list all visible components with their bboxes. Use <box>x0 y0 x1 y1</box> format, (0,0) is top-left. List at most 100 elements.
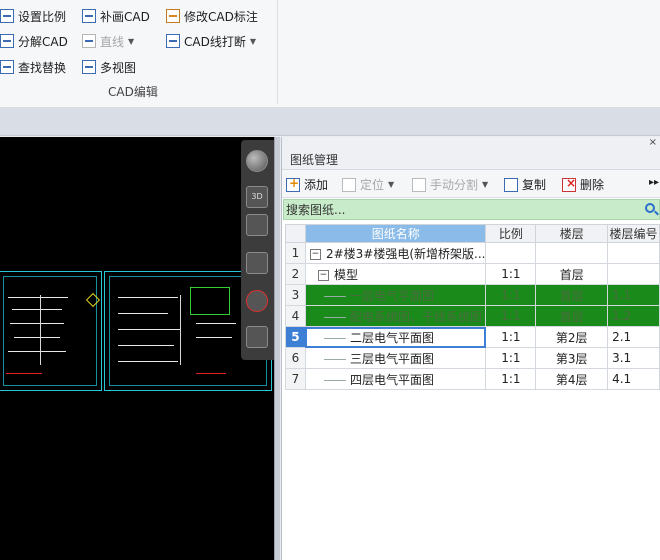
find-replace-button[interactable]: 查找替换 <box>0 57 66 77</box>
table-row[interactable]: 5 二层电气平面图 1:1 第2层 2.1 <box>285 326 660 348</box>
view-box-icon[interactable] <box>246 214 268 236</box>
cad-line-break-button[interactable]: CAD线打断 ▼ <box>166 31 256 51</box>
copy-icon <box>504 177 518 192</box>
row-number: 1 <box>285 242 306 264</box>
search-icon[interactable] <box>645 203 655 213</box>
viewcube-3d-icon[interactable]: 3D <box>246 186 268 208</box>
manual-split-button[interactable]: 手动分割 ▼ <box>412 176 488 193</box>
chevron-down-icon: ▼ <box>388 180 395 189</box>
locate-icon <box>342 177 356 192</box>
floor-no-cell[interactable]: 3.1 <box>607 347 660 369</box>
floor-no-cell[interactable] <box>607 242 660 264</box>
scale-cell[interactable]: 1:1 <box>485 326 537 348</box>
drawing-name-cell[interactable]: 二层电气平面图 <box>304 326 487 348</box>
set-scale-button[interactable]: 设置比例 <box>0 6 66 26</box>
scale-cell[interactable]: 1:1 <box>485 263 537 285</box>
red-marker-icon[interactable] <box>246 290 268 312</box>
floor-no-cell[interactable]: 1.2 <box>607 305 660 327</box>
table-row[interactable]: 3 一层电气平面图 1:1 首层 1.1 <box>285 284 660 306</box>
ribbon-divider <box>277 0 278 104</box>
floor-no-cell[interactable] <box>607 263 660 285</box>
view-navigation-bar: 3D <box>241 140 274 360</box>
floor-cell[interactable]: 第4层 <box>535 368 609 390</box>
column-header-floor-no[interactable]: 楼层编号 <box>607 224 660 243</box>
grid-icon[interactable] <box>246 326 268 348</box>
column-header-scale[interactable]: 比例 <box>485 224 537 243</box>
collapse-icon[interactable]: − <box>309 248 321 260</box>
delete-icon <box>562 176 576 192</box>
scale-cell[interactable]: 1:1 <box>485 368 537 390</box>
patch-cad-icon <box>82 9 96 23</box>
drawing-name-cell[interactable]: 四层电气平面图 <box>304 368 487 390</box>
floor-no-cell[interactable]: 4.1 <box>607 368 660 390</box>
multi-view-icon <box>82 60 96 74</box>
panel-titlebar: 图纸管理 × <box>282 137 660 170</box>
panel-title: 图纸管理 <box>290 153 339 167</box>
drawing-name-cell[interactable]: 三层电气平面图 <box>304 347 487 369</box>
chevron-down-icon: ▼ <box>128 36 135 46</box>
floor-cell[interactable]: 第2层 <box>535 326 609 348</box>
row-number: 3 <box>285 284 306 306</box>
floor-cell[interactable]: 首层 <box>535 305 609 327</box>
multi-view-button[interactable]: 多视图 <box>82 57 136 77</box>
row-number: 7 <box>285 368 306 390</box>
panel-splitter[interactable] <box>274 137 280 560</box>
table-row[interactable]: 2 − 模型 1:1 首层 <box>285 263 660 285</box>
floor-no-cell[interactable]: 1.1 <box>607 284 660 306</box>
scale-cell[interactable] <box>485 242 537 264</box>
split-icon <box>412 177 426 192</box>
drawing-name-cell[interactable]: 一层电气平面图 <box>304 284 487 306</box>
collapse-icon[interactable]: − <box>317 269 329 281</box>
cad-dimension-icon <box>166 9 180 23</box>
row-number: 2 <box>285 263 306 285</box>
scale-icon <box>0 9 14 23</box>
table-header-row: 图纸名称 比例 楼层 楼层编号 <box>285 224 660 243</box>
floor-cell[interactable]: 首层 <box>535 284 609 306</box>
table-row[interactable]: 4 配电系统图、干线系统图 1:1 首层 1.2 <box>285 305 660 327</box>
ribbon: 设置比例 补画CAD 修改CAD标注 分解CAD 直线 ▼ CAD线打断 ▼ 查… <box>0 0 660 108</box>
explode-cad-button[interactable]: 分解CAD <box>0 31 68 51</box>
drawing-name-cell[interactable]: 配电系统图、干线系统图 <box>304 305 487 327</box>
rownum-header <box>285 224 306 243</box>
floor-cell[interactable]: 第3层 <box>535 347 609 369</box>
table-row[interactable]: 6 三层电气平面图 1:1 第3层 3.1 <box>285 347 660 369</box>
row-number: 4 <box>285 305 306 327</box>
ribbon-status-strip <box>0 108 660 136</box>
table-row[interactable]: 7 四层电气平面图 1:1 第4层 4.1 <box>285 368 660 390</box>
column-header-floor[interactable]: 楼层 <box>535 224 609 243</box>
floor-no-cell[interactable]: 2.1 <box>607 326 660 348</box>
floor-cell[interactable]: 首层 <box>535 263 609 285</box>
delete-button[interactable]: 删除 <box>562 176 604 193</box>
find-replace-icon <box>0 60 14 74</box>
add-drawing-icon <box>286 176 300 192</box>
edit-cad-dimension-button[interactable]: 修改CAD标注 <box>166 6 258 26</box>
chevron-down-icon: ▼ <box>482 180 489 189</box>
line-dropdown-button[interactable]: 直线 ▼ <box>82 31 134 51</box>
line-break-icon <box>166 34 180 48</box>
table-row[interactable]: 1 −2#楼3#楼强电(新增桥架版... <box>285 242 660 264</box>
drawing-name-cell[interactable]: − 模型 <box>304 263 487 285</box>
drawing-management-panel: 图纸管理 × 添加 定位 ▼ 手动分割 ▼ 复制 删除 ▸▸ <box>281 137 660 560</box>
ribbon-group-label: CAD编辑 <box>108 85 158 99</box>
scale-cell[interactable]: 1:1 <box>485 347 537 369</box>
cad-canvas[interactable] <box>0 137 274 560</box>
view-box-2-icon[interactable] <box>246 252 268 274</box>
panel-toolbar: 添加 定位 ▼ 手动分割 ▼ 复制 删除 ▸▸ <box>282 170 660 198</box>
chevron-down-icon: ▼ <box>249 36 256 46</box>
row-number: 5 <box>285 326 306 348</box>
scale-cell[interactable]: 1:1 <box>485 305 537 327</box>
column-header-name[interactable]: 图纸名称 <box>304 224 487 243</box>
copy-button[interactable]: 复制 <box>504 176 546 193</box>
patch-cad-button[interactable]: 补画CAD <box>82 6 150 26</box>
floor-cell[interactable] <box>535 242 609 264</box>
locate-button[interactable]: 定位 ▼ <box>342 176 394 193</box>
add-button[interactable]: 添加 <box>286 176 328 193</box>
orbit-globe-icon[interactable] <box>246 150 268 172</box>
drawing-name-cell[interactable]: −2#楼3#楼强电(新增桥架版... <box>304 242 487 264</box>
search-input[interactable] <box>284 200 634 219</box>
scale-cell[interactable]: 1:1 <box>485 284 537 306</box>
close-icon[interactable]: × <box>649 137 657 148</box>
row-number: 6 <box>285 347 306 369</box>
explode-icon <box>0 34 14 48</box>
toolbar-overflow-icon[interactable]: ▸▸ <box>649 177 659 188</box>
